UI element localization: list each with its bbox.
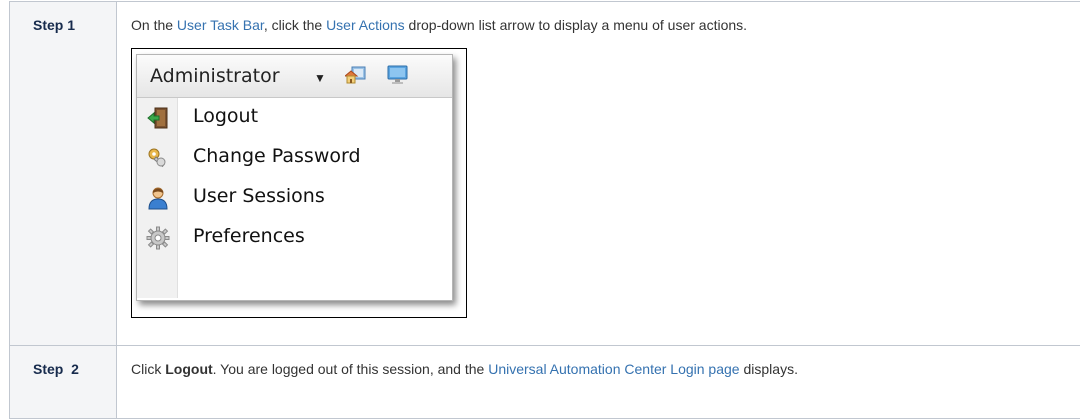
steps-table: Step 1 On the User Task Bar, click the U…	[9, 1, 1080, 419]
menu-item-label: User Sessions	[193, 185, 325, 207]
menu-item-label: Logout	[193, 105, 258, 127]
gear-icon	[146, 226, 170, 250]
step-bold-text: Logout	[165, 361, 212, 377]
menu-item-label: Preferences	[193, 225, 305, 247]
step-label: Step 1	[10, 2, 117, 346]
step-text: , click the	[264, 17, 326, 33]
monitor-icon[interactable]	[387, 65, 408, 85]
menu-item-change-password[interactable]: Change Password	[137, 138, 452, 178]
user-actions-link[interactable]: User Actions	[326, 17, 405, 33]
menu-item-logout[interactable]: Logout	[137, 98, 452, 138]
logout-icon	[146, 106, 170, 130]
home-icon[interactable]	[345, 65, 366, 85]
step-text: displays.	[740, 361, 798, 377]
step-content: On the User Task Bar, click the User Act…	[117, 2, 1080, 346]
key-icon	[146, 146, 170, 170]
user-name-dropdown[interactable]: Administrator	[150, 65, 280, 87]
step-row-1: Step 1 On the User Task Bar, click the U…	[10, 2, 1080, 346]
user-task-bar-link[interactable]: User Task Bar	[177, 17, 264, 33]
menu-item-preferences[interactable]: Preferences	[137, 218, 452, 258]
dropdown-arrow-icon[interactable]: ▼	[314, 71, 326, 85]
user-icon	[146, 186, 170, 210]
menu-item-user-sessions[interactable]: User Sessions	[137, 178, 452, 218]
step-text: On the	[131, 17, 177, 33]
step-text: drop-down list arrow to display a menu o…	[405, 17, 747, 33]
step-text: . You are logged out of this session, an…	[213, 361, 489, 377]
step-text: Click	[131, 361, 165, 377]
menu-header: Administrator ▼	[137, 55, 452, 98]
user-actions-menu: Administrator ▼	[136, 54, 453, 301]
login-page-link[interactable]: Universal Automation Center Login page	[488, 361, 739, 377]
step-row-2: Step 2 Click Logout. You are logged out …	[10, 346, 1080, 419]
menu-body: Logout Change Password	[137, 98, 452, 298]
menu-item-label: Change Password	[193, 145, 361, 167]
step-label: Step 2	[10, 346, 117, 419]
step-content: Click Logout. You are logged out of this…	[117, 346, 1080, 419]
user-actions-screenshot: Administrator ▼	[131, 48, 467, 318]
